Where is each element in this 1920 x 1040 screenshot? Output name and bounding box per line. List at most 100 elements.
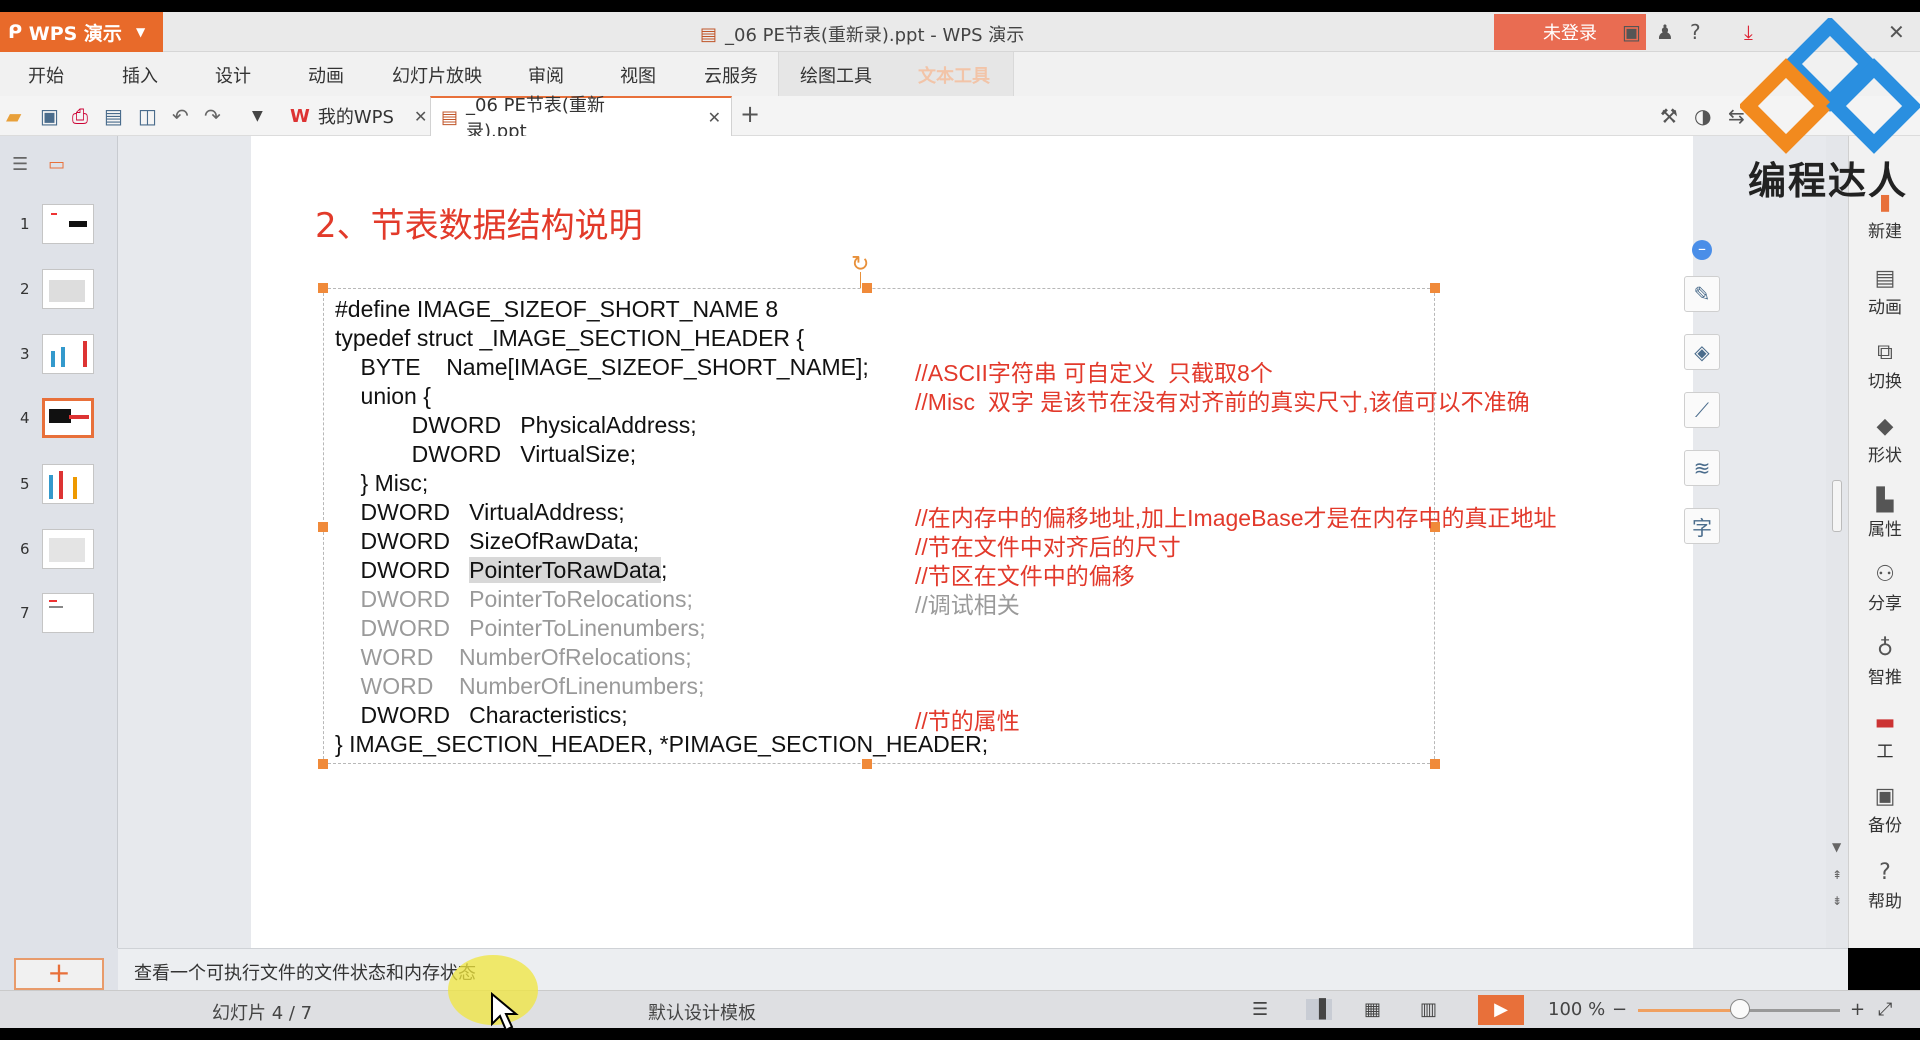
resize-handle[interactable]	[862, 759, 872, 769]
slides-view-icon[interactable]: ▭	[48, 154, 65, 175]
thumbnail-item[interactable]: 7	[20, 593, 94, 633]
ppt-file-icon: ▤	[441, 106, 459, 128]
code-text: union {	[335, 383, 431, 409]
save-icon[interactable]: ▣	[40, 104, 59, 128]
new-tab-icon[interactable]: +	[740, 100, 760, 128]
text-format-icon[interactable]: 字	[1684, 508, 1720, 544]
slide-title[interactable]: 2、节表数据结构说明	[315, 198, 643, 247]
outline-view-icon[interactable]: ☰	[12, 154, 28, 175]
animation-button[interactable]: ▤ 动画	[1849, 266, 1920, 318]
code-text: WORD NumberOfLinenumbers;	[335, 673, 705, 699]
layers-icon[interactable]: ≋	[1684, 450, 1720, 486]
code-text: DWORD PointerToLinenumbers;	[335, 615, 706, 641]
pane-view-toggle: ☰ ▭	[12, 154, 65, 175]
code-text: BYTE Name[IMAGE_SIZEOF_SHORT_NAME];	[335, 354, 869, 380]
backup-button[interactable]: ▣ 备份	[1849, 784, 1920, 836]
help-button[interactable]: ? 帮助	[1849, 860, 1920, 912]
thumbnail-item[interactable]: 2	[20, 269, 94, 309]
shape-button[interactable]: ◆ 形状	[1849, 414, 1920, 466]
skin-icon[interactable]: ▣	[1622, 20, 1641, 44]
thumbnail-item[interactable]: 5	[20, 464, 94, 504]
help-icon[interactable]: ?	[1690, 20, 1701, 44]
tab-insert[interactable]: 插入	[122, 62, 158, 88]
tab-animation[interactable]: 动画	[308, 62, 344, 88]
slide-thumbnail	[42, 529, 94, 569]
outline-icon[interactable]: ⟋	[1684, 392, 1720, 428]
code-text: DWORD VirtualAddress;	[335, 499, 625, 525]
chevron-down-icon: ▼	[135, 25, 146, 39]
zoom-slider-knob[interactable]	[1730, 999, 1750, 1019]
tool-b-icon[interactable]: ◑	[1694, 104, 1711, 128]
tab-slideshow[interactable]: 幻灯片放映	[392, 62, 482, 88]
undo-icon[interactable]: ↶	[172, 104, 189, 128]
doc-tab-active[interactable]: ▤ _06 PE节表(重新录).ppt ✕	[430, 95, 732, 142]
scrollbar-thumb[interactable]	[1832, 480, 1842, 532]
thumbnail-item[interactable]: 6	[20, 529, 94, 569]
slide-editing-area: 2、节表数据结构说明 ↻ #define IMAGE_SIZEOF_SHORT_…	[118, 136, 1848, 948]
export-pdf-icon[interactable]: ⎙	[72, 104, 88, 128]
fit-window-icon[interactable]: ⤢	[1878, 999, 1892, 1020]
code-text: DWORD PhysicalAddress;	[335, 412, 697, 438]
print-preview-icon[interactable]: ◫	[138, 104, 157, 128]
redo-icon[interactable]: ↷	[204, 104, 221, 128]
zoom-in-icon[interactable]: +	[1850, 999, 1865, 1020]
collapse-icon[interactable]: –	[1692, 240, 1712, 260]
resize-handle[interactable]	[318, 522, 328, 532]
recommend-button[interactable]: ♁ 智推	[1849, 636, 1920, 688]
title-bar: ᑭ WPS 演示 ▼ ▤ _06 PE节表(重新录).ppt - WPS 演示 …	[0, 12, 1920, 52]
vertical-scrollbar[interactable]: ▼ ⇞ ⇟	[1826, 136, 1848, 948]
shirt-icon[interactable]: ♟	[1656, 20, 1674, 44]
thumbnail-item[interactable]: 3	[20, 334, 94, 374]
play-slideshow-button[interactable]: ▶	[1478, 995, 1524, 1025]
window-title: ▤ _06 PE节表(重新录).ppt - WPS 演示	[700, 21, 1024, 47]
reading-view-icon[interactable]: ▥	[1420, 999, 1437, 1020]
tool-a-icon[interactable]: ⚒	[1660, 104, 1678, 128]
share-button[interactable]: ⚇ 分享	[1849, 562, 1920, 614]
resize-handle[interactable]	[318, 283, 328, 293]
thumbnail-number: 2	[20, 280, 30, 298]
close-tab-icon[interactable]: ✕	[414, 107, 427, 126]
thumbnail-item-active[interactable]: 4	[20, 398, 94, 438]
highlighted-text[interactable]: PointerToRawData	[469, 557, 661, 583]
tab-design[interactable]: 设计	[215, 62, 251, 88]
tab-cloud[interactable]: 云服务	[704, 62, 758, 88]
print-icon[interactable]: ▤	[104, 104, 123, 128]
transition-button[interactable]: ⧉ 切换	[1849, 340, 1920, 392]
tab-view[interactable]: 视图	[620, 62, 656, 88]
normal-view-icon[interactable]: ▐	[1306, 999, 1332, 1020]
slide-sorter-icon[interactable]: ▦	[1364, 999, 1381, 1020]
close-tab-icon[interactable]: ✕	[708, 108, 721, 127]
tab-drawing-tools[interactable]: 绘图工具	[800, 62, 872, 88]
next-slide-icon[interactable]: ⇟	[1832, 894, 1842, 908]
code-line: WORD NumberOfRelocations;	[335, 644, 1435, 673]
notes-text: 查看一个可执行文件的文件状态和内存状态	[134, 963, 476, 984]
zoom-level[interactable]: 100 %	[1548, 999, 1605, 1020]
tab-text-tools[interactable]: 文本工具	[918, 62, 990, 88]
template-name[interactable]: 默认设计模板	[648, 999, 756, 1025]
code-text: #define IMAGE_SIZEOF_SHORT_NAME 8	[335, 296, 779, 322]
edit-shape-icon[interactable]: ✎	[1684, 276, 1720, 312]
speaker-notes[interactable]: 查看一个可执行文件的文件状态和内存状态	[118, 948, 1848, 990]
add-slide-button[interactable]: +	[14, 958, 104, 990]
doc-tab-home[interactable]: W 我的WPS ✕	[280, 96, 437, 136]
resize-handle[interactable]	[1430, 759, 1440, 769]
thumbnail-item[interactable]: 1	[20, 204, 94, 244]
slide-canvas[interactable]: 2、节表数据结构说明 ↻ #define IMAGE_SIZEOF_SHORT_…	[251, 136, 1693, 948]
tools-button[interactable]: ▬ 工	[1849, 710, 1920, 762]
code-line: WORD NumberOfLinenumbers;	[335, 673, 1435, 702]
properties-icon: ▙	[1876, 488, 1894, 513]
properties-button[interactable]: ▙ 属性	[1849, 488, 1920, 540]
resize-handle[interactable]	[1430, 283, 1440, 293]
resize-handle[interactable]	[862, 283, 872, 293]
customize-dropdown-icon[interactable]: ▼	[252, 108, 263, 124]
scroll-down-icon[interactable]: ▼	[1832, 840, 1841, 854]
open-folder-icon[interactable]: ▰	[6, 104, 21, 128]
notes-toggle-icon[interactable]: ☰	[1252, 999, 1268, 1020]
zoom-out-icon[interactable]: −	[1612, 999, 1627, 1020]
tab-review[interactable]: 审阅	[528, 62, 564, 88]
fill-icon[interactable]: ◈	[1684, 334, 1720, 370]
tab-start[interactable]: 开始	[28, 62, 64, 88]
app-menu-button[interactable]: ᑭ WPS 演示 ▼	[0, 12, 163, 52]
resize-handle[interactable]	[318, 759, 328, 769]
prev-slide-icon[interactable]: ⇞	[1832, 868, 1842, 882]
